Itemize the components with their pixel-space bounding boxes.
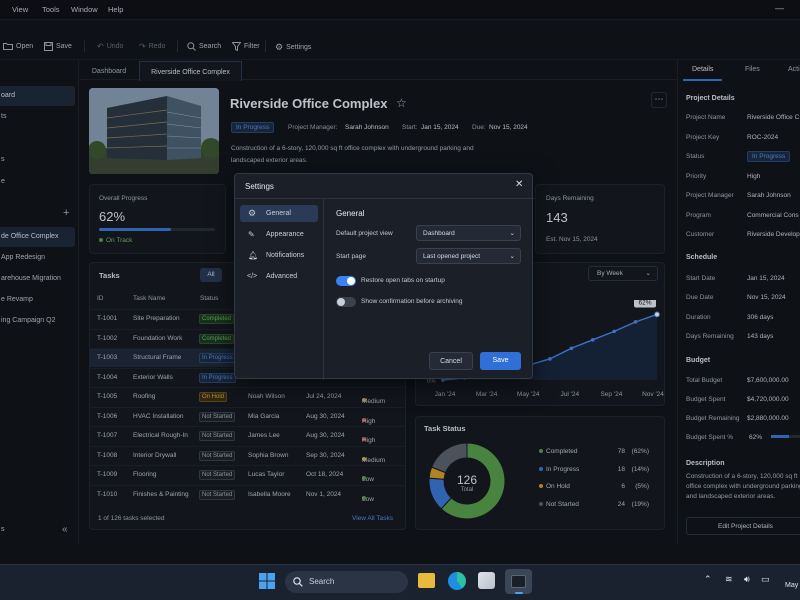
- bell-icon: 🔔︎: [248, 251, 259, 260]
- start-page-label: Start page: [336, 253, 366, 260]
- windows-logo-icon: [259, 573, 275, 589]
- settings-nav-label: Advanced: [266, 273, 298, 280]
- cancel-button[interactable]: Cancel: [429, 352, 473, 370]
- default-view-select[interactable]: Dashboard ⌄: [416, 225, 521, 241]
- taskbar-date[interactable]: May: [785, 582, 798, 589]
- settings-nav-advanced[interactable]: </> Advanced: [240, 268, 318, 285]
- divider: [235, 198, 534, 199]
- restore-tabs-toggle[interactable]: [336, 276, 356, 286]
- taskbar-search[interactable]: Search: [285, 571, 408, 593]
- close-icon[interactable]: ✕: [515, 179, 523, 190]
- default-view-value: Dashboard: [423, 230, 455, 237]
- default-view-label: Default project view: [336, 230, 393, 237]
- start-page-select[interactable]: Last opened project ⌄: [416, 248, 521, 264]
- file-explorer-icon[interactable]: [418, 573, 435, 588]
- divider: [323, 199, 324, 380]
- settings-section-title: General: [336, 209, 365, 218]
- settings-nav-appearance[interactable]: ✎ Appearance: [240, 226, 318, 243]
- confirm-archive-label: Show confirmation before archiving: [361, 298, 463, 305]
- settings-nav-label: General: [266, 210, 291, 217]
- start-button[interactable]: [259, 573, 275, 589]
- app-window: View Tools Window Help — Open Save ↶ Und…: [0, 0, 800, 564]
- edge-browser-icon[interactable]: [448, 572, 466, 590]
- brush-icon: ✎: [248, 230, 255, 239]
- start-page-value: Last opened project: [423, 253, 481, 260]
- code-icon: </>: [247, 273, 258, 280]
- settings-nav-label: Notifications: [266, 252, 305, 259]
- active-app-icon[interactable]: [505, 569, 532, 594]
- store-icon[interactable]: [478, 572, 495, 589]
- chevron-down-icon: ⌄: [509, 230, 515, 237]
- settings-nav-notifications[interactable]: 🔔︎ Notifications: [240, 247, 318, 264]
- settings-title: Settings: [245, 182, 274, 191]
- gear-icon: ⚙: [248, 208, 257, 218]
- volume-icon[interactable]: 🔊︎: [744, 574, 750, 585]
- chevron-up-icon[interactable]: ⌃: [704, 574, 712, 585]
- taskbar: Search ⌃ ≋ 🔊︎ ▭ May: [0, 564, 800, 600]
- settings-dialog: Settings ✕ ⚙ General ✎ Appearance 🔔︎ Notifi…: [234, 173, 534, 380]
- wifi-icon[interactable]: ≋: [725, 574, 733, 585]
- chevron-down-icon: ⌄: [509, 253, 515, 260]
- taskbar-search-label: Search: [309, 577, 335, 586]
- battery-icon[interactable]: ▭: [761, 574, 770, 585]
- search-icon: [293, 577, 303, 587]
- app-icon: [511, 575, 526, 588]
- confirm-archive-toggle[interactable]: [336, 297, 356, 307]
- restore-tabs-label: Restore open tabs on startup: [361, 277, 445, 284]
- active-indicator: [515, 592, 523, 594]
- save-settings-button[interactable]: Save: [480, 352, 521, 370]
- settings-nav-label: Appearance: [266, 231, 304, 238]
- settings-nav-general[interactable]: ⚙ General: [240, 205, 318, 222]
